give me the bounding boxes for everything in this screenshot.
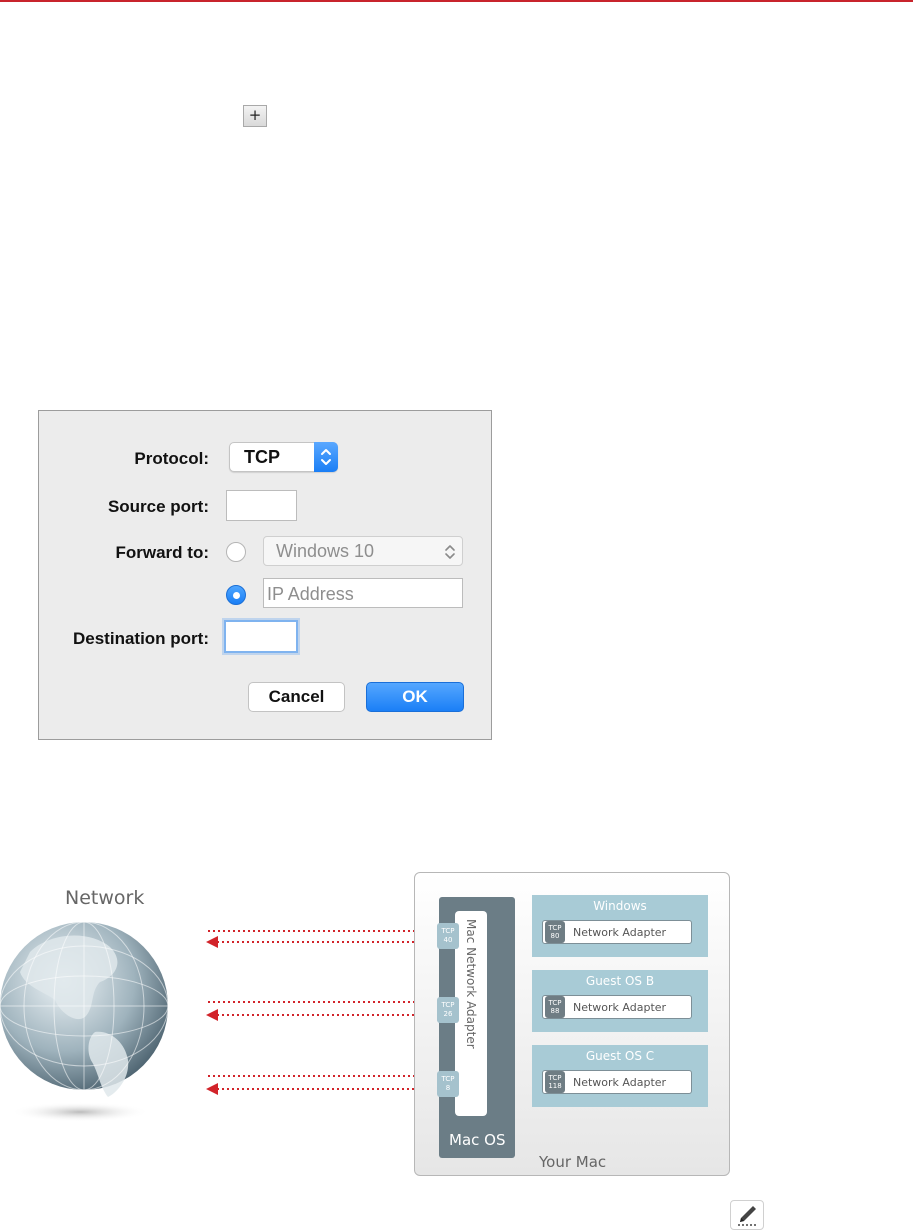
forward-to-ip-radio[interactable] <box>226 585 246 605</box>
protocol-select[interactable]: TCP <box>229 442 338 472</box>
guest-name: Guest OS B <box>585 974 655 988</box>
guest-port-protocol: TCP <box>548 924 562 932</box>
pencil-icon <box>731 1206 765 1232</box>
edit-button[interactable] <box>730 1200 764 1230</box>
guest-adapter-label: Network Adapter <box>573 1076 667 1089</box>
guest-network-adapter: TCP 88 Network Adapter <box>542 995 692 1019</box>
cancel-button[interactable]: Cancel <box>248 682 345 712</box>
host-port-2-number: 26 <box>443 1010 453 1018</box>
host-port-2: TCP 26 <box>437 997 459 1023</box>
guest-name: Guest OS C <box>585 1049 655 1063</box>
guest-os-b: Guest OS B TCP 88 Network Adapter <box>532 970 708 1032</box>
host-port-2-protocol: TCP <box>441 1001 455 1009</box>
top-rule <box>0 0 913 2</box>
guest-windows: Windows TCP 80 Network Adapter <box>532 895 708 957</box>
guest-name: Windows <box>593 899 647 913</box>
chevron-updown-icon <box>314 442 338 472</box>
guest-adapter-label: Network Adapter <box>573 926 667 939</box>
guest-port: TCP 80 <box>545 921 565 943</box>
network-label: Network <box>65 887 145 909</box>
port-forwarding-dialog: Protocol: TCP Source port: Forward to: W… <box>38 410 492 740</box>
globe-icon <box>0 912 170 1127</box>
protocol-label: Protocol: <box>134 449 209 468</box>
guest-port-number: 118 <box>548 1082 562 1090</box>
mac-network-adapter: Mac Network Adapter <box>455 911 487 1116</box>
guest-port: TCP 88 <box>545 996 565 1018</box>
guest-os-c: Guest OS C TCP 118 Network Adapter <box>532 1045 708 1107</box>
guest-port: TCP 118 <box>545 1071 565 1093</box>
guest-port-number: 88 <box>550 1007 560 1015</box>
guest-network-adapter: TCP 80 Network Adapter <box>542 920 692 944</box>
guest-port-protocol: TCP <box>548 1074 562 1082</box>
ip-address-input[interactable]: IP Address <box>263 578 463 608</box>
host-port-3-number: 8 <box>445 1084 451 1092</box>
host-port-3: TCP 8 <box>437 1071 459 1097</box>
your-mac-box: Mac Network Adapter TCP 40 TCP 26 TCP 8 … <box>414 872 730 1176</box>
ok-button[interactable]: OK <box>366 682 464 712</box>
your-mac-label: Your Mac <box>539 1153 607 1171</box>
host-port-3-protocol: TCP <box>441 1075 455 1083</box>
add-rule-button[interactable]: + <box>243 105 267 127</box>
vm-select-value: Windows 10 <box>276 541 375 561</box>
mac-os-column: Mac Network Adapter TCP 40 TCP 26 TCP 8 … <box>437 897 515 1158</box>
source-port-label: Source port: <box>107 497 209 516</box>
mac-network-adapter-label: Mac Network Adapter <box>464 919 478 1049</box>
forward-to-vm-radio[interactable] <box>226 542 246 562</box>
vm-select[interactable]: Windows 10 <box>263 536 463 566</box>
protocol-value: TCP <box>244 447 280 467</box>
forward-to-label: Forward to: <box>115 543 210 562</box>
chevron-updown-icon <box>443 543 457 566</box>
host-port-1: TCP 40 <box>437 923 459 949</box>
destination-port-input[interactable] <box>224 620 298 653</box>
guest-port-number: 80 <box>550 932 560 940</box>
guest-network-adapter: TCP 118 Network Adapter <box>542 1070 692 1094</box>
host-port-1-protocol: TCP <box>441 927 455 935</box>
host-port-1-number: 40 <box>443 936 453 944</box>
guest-adapter-label: Network Adapter <box>573 1001 667 1014</box>
destination-port-label: Destination port: <box>73 629 209 648</box>
source-port-input[interactable] <box>226 490 297 521</box>
mac-os-label: Mac OS <box>449 1131 506 1149</box>
guest-port-protocol: TCP <box>548 999 562 1007</box>
ip-address-placeholder: IP Address <box>267 584 354 604</box>
